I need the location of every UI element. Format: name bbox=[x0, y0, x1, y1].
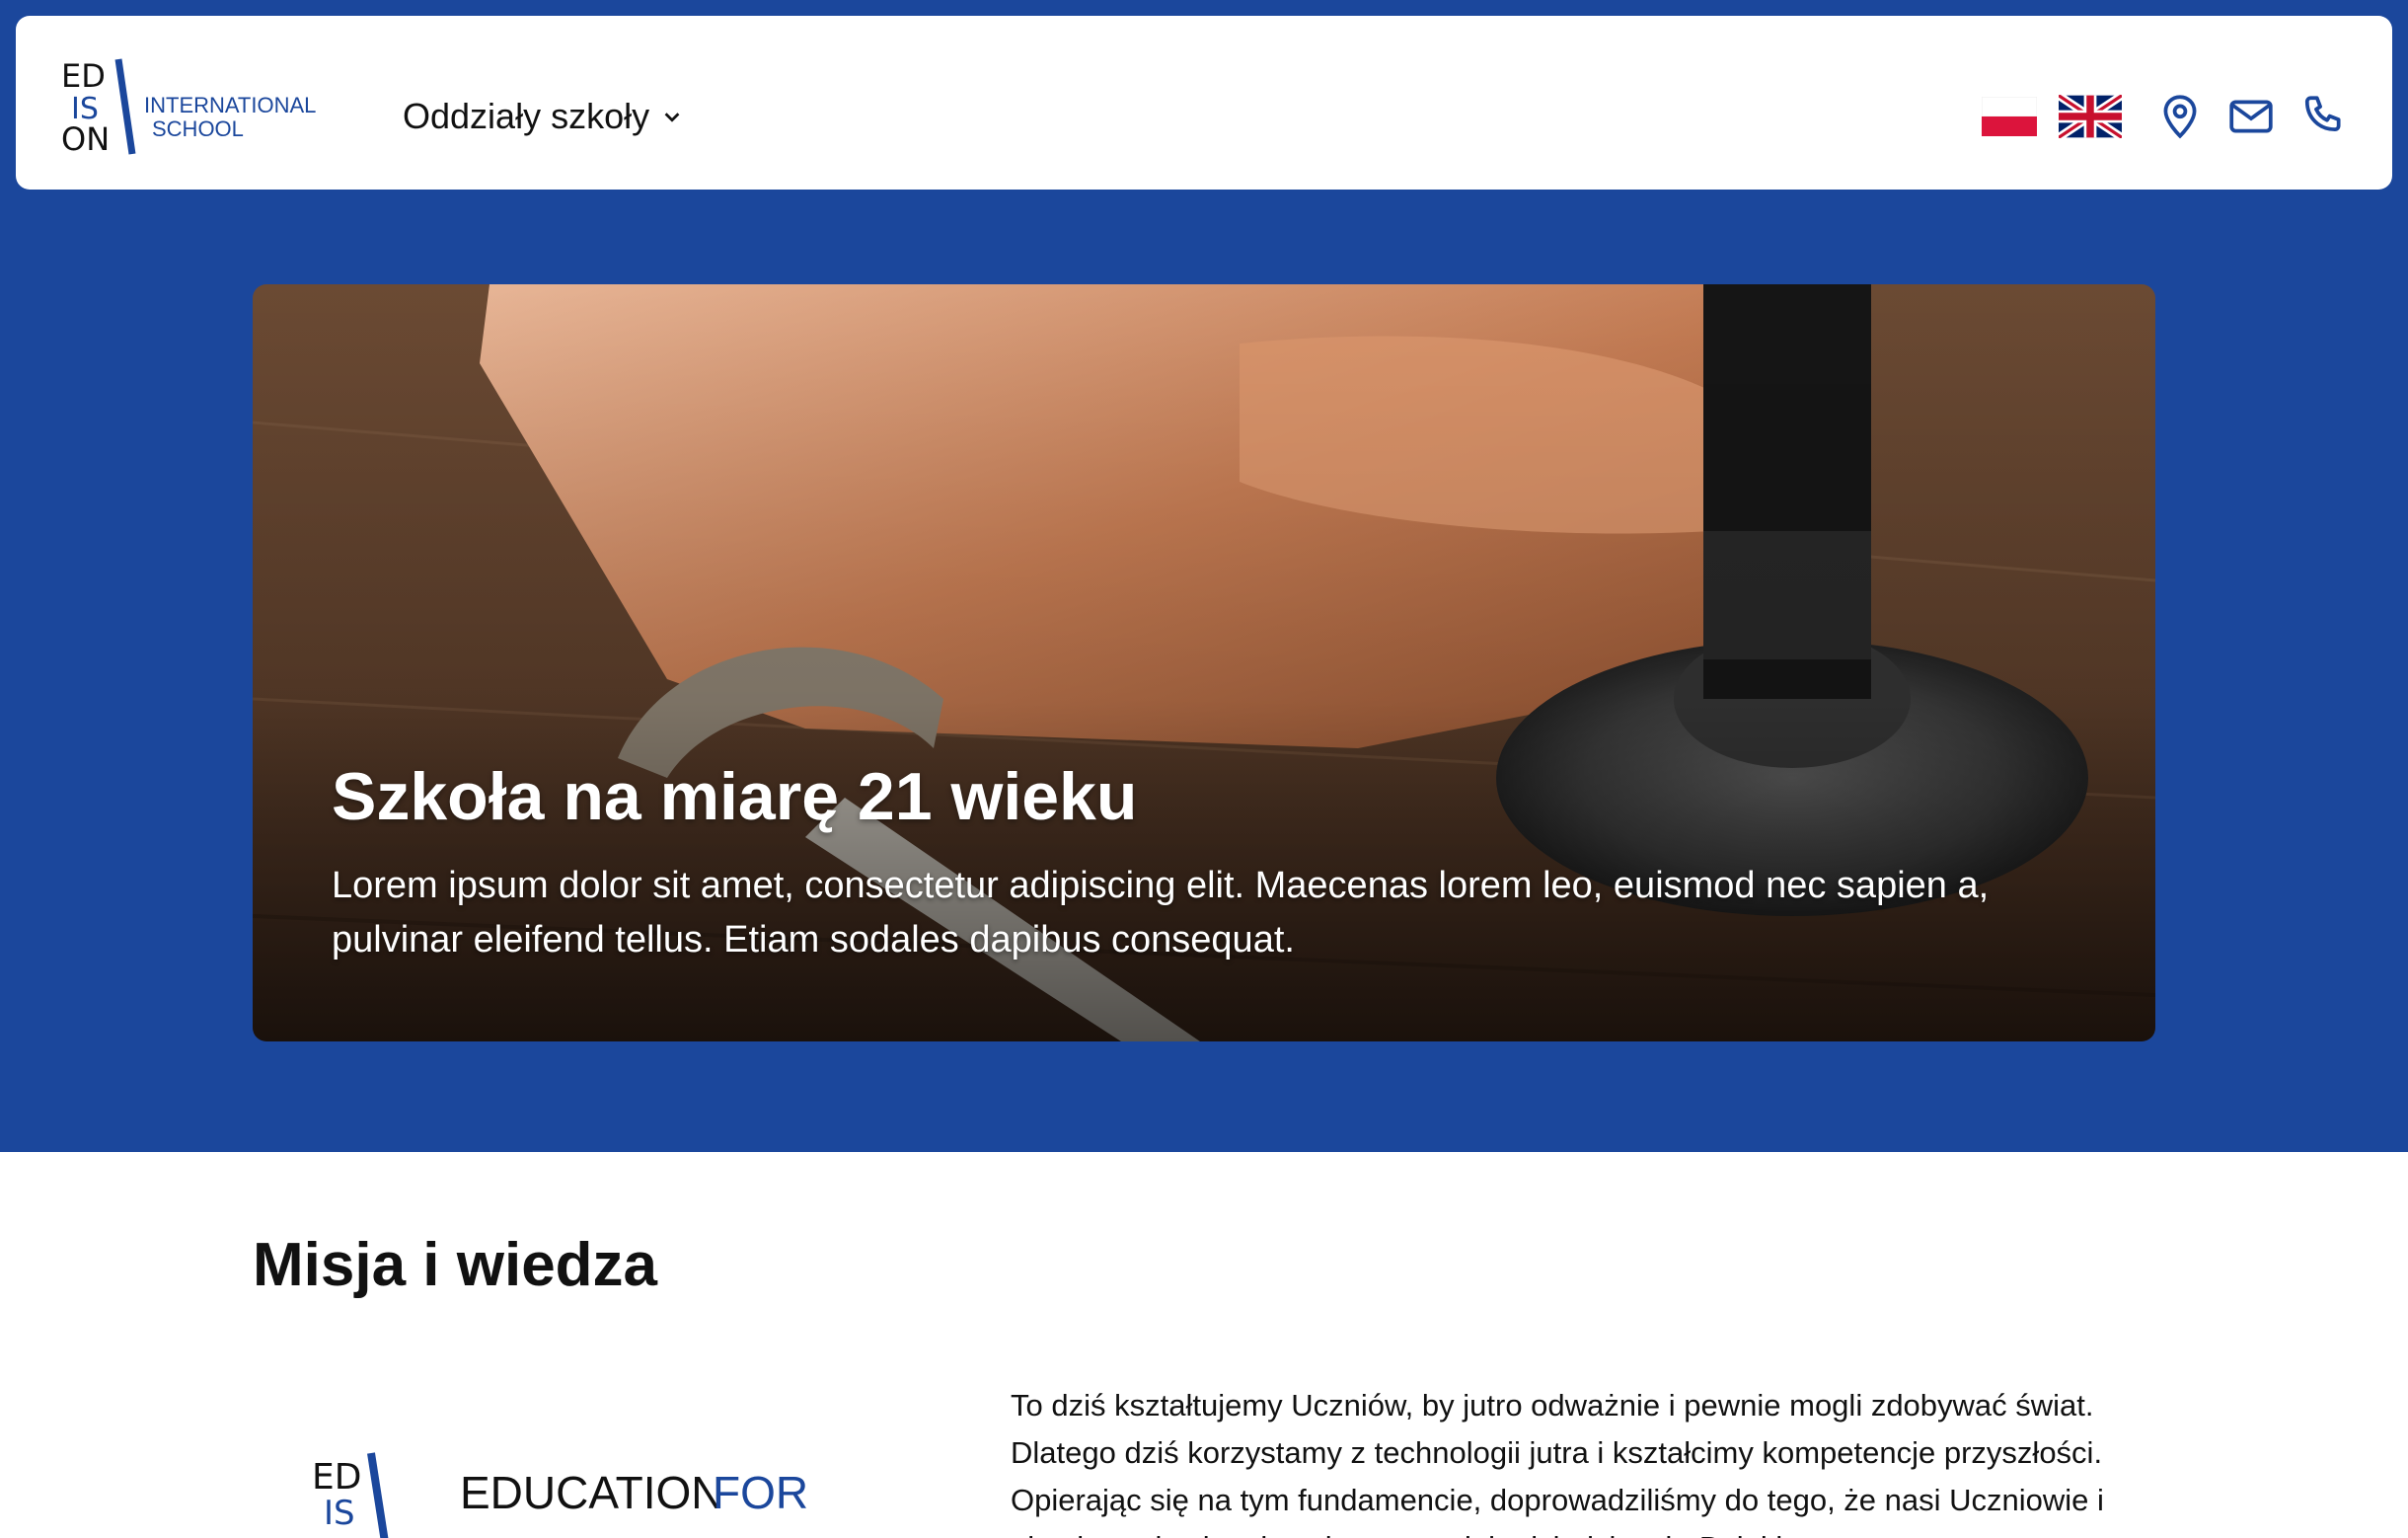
flag-pl-icon[interactable] bbox=[1982, 97, 2037, 136]
mail-icon[interactable] bbox=[2226, 92, 2276, 141]
mission-text-container: To dziś kształtujemy Uczniów, by jutro o… bbox=[1011, 1382, 2165, 1538]
top-navbar: ED IS ON INTERNATIONAL SCHOOL Oddziały s… bbox=[16, 16, 2392, 190]
hero-banner: Szkoła na miarę 21 wieku Lorem ipsum dol… bbox=[253, 284, 2155, 1041]
mission-text: To dziś kształtujemy Uczniów, by jutro o… bbox=[1011, 1388, 2104, 1538]
logo-letters-3: ON bbox=[61, 120, 110, 158]
education-for-logo: ED IS EDUCATION FOR bbox=[306, 1449, 859, 1538]
mission-section-title: Misja i wiedza bbox=[253, 1231, 658, 1299]
header-actions bbox=[1982, 77, 2347, 156]
svg-text:ED: ED bbox=[312, 1457, 361, 1498]
flag-uk-icon[interactable] bbox=[2059, 95, 2122, 138]
hero-text: Lorem ipsum dolor sit amet, consectetur … bbox=[332, 865, 1990, 961]
location-pin-icon[interactable] bbox=[2155, 92, 2205, 141]
chevron-down-icon bbox=[664, 113, 680, 122]
branches-label: Oddziały szkoły bbox=[403, 96, 650, 136]
edison-logo[interactable]: ED IS ON INTERNATIONAL SCHOOL bbox=[59, 53, 326, 162]
hero-title: Szkoła na miarę 21 wieku bbox=[332, 759, 1138, 834]
edu-logo-text-b: FOR bbox=[713, 1467, 808, 1518]
logo-line2: SCHOOL bbox=[152, 116, 244, 141]
branches-dropdown[interactable]: Oddziały szkoły bbox=[403, 77, 683, 156]
edu-logo-text-a: EDUCATION bbox=[460, 1467, 724, 1518]
phone-icon[interactable] bbox=[2297, 92, 2347, 141]
logo-letters-1: ED bbox=[61, 57, 106, 95]
logo-line1: INTERNATIONAL bbox=[144, 93, 316, 117]
svg-text:IS: IS bbox=[324, 1494, 355, 1533]
